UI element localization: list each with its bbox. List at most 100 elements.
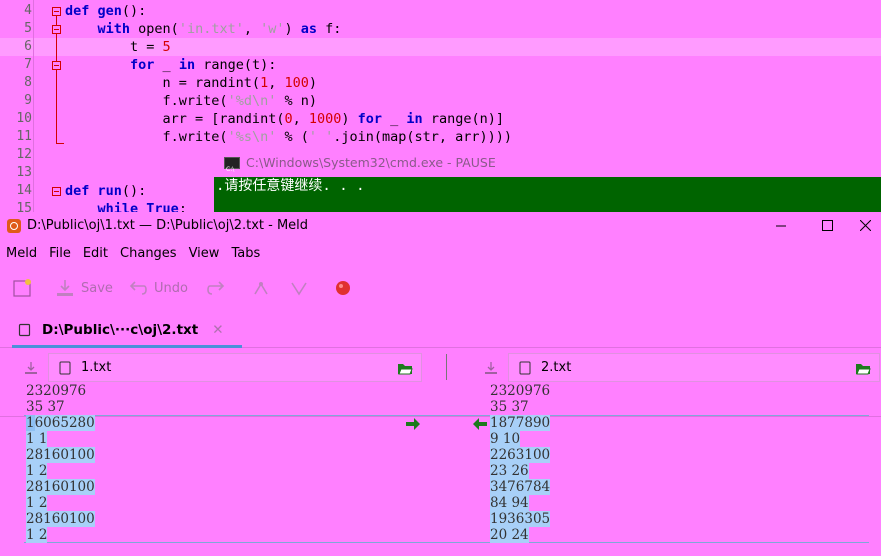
- right-line[interactable]: 2320976: [490, 383, 870, 399]
- filter-icon: [291, 282, 307, 296]
- right-line-changed[interactable]: 20 24: [490, 527, 870, 543]
- right-diff-pane[interactable]: 2320976 35 37 1877890 9 10 2263100 23 26…: [490, 383, 870, 543]
- file-icon: [519, 361, 531, 374]
- save-button[interactable]: Save: [55, 278, 113, 298]
- menu-view[interactable]: View: [189, 246, 220, 261]
- tab-label: D:\Public\···c\oj\2.txt: [42, 322, 199, 338]
- tab-close-icon[interactable]: ✕: [212, 322, 223, 338]
- cmd-icon: [224, 155, 240, 184]
- menu-tabs[interactable]: Tabs: [231, 246, 260, 261]
- left-save-icon[interactable]: [24, 360, 38, 379]
- right-save-icon[interactable]: [484, 360, 498, 379]
- tab-bar: D:\Public\···c\oj\2.txt ✕: [0, 309, 881, 348]
- maximize-button[interactable]: [804, 212, 850, 239]
- menu-bar: Meld File Edit Changes View Tabs: [0, 239, 881, 267]
- redo-button[interactable]: [206, 278, 226, 298]
- right-line-changed[interactable]: 3476784: [490, 479, 870, 495]
- cmd-titlebar[interactable]: C:\Windows\System32\cmd.exe - PAUSE: [214, 148, 881, 184]
- menu-meld[interactable]: Meld: [6, 246, 37, 261]
- fold-toggle-icon[interactable]: [52, 61, 61, 70]
- undo-label: Undo: [154, 280, 188, 296]
- folder-open-icon[interactable]: [855, 361, 871, 375]
- merge-button[interactable]: [251, 278, 271, 298]
- code-text[interactable]: arr = [randint(0, 1000) for _ in range(n…: [65, 110, 504, 128]
- left-line-changed[interactable]: 28160100: [26, 479, 406, 495]
- fold-toggle-icon[interactable]: [52, 187, 61, 196]
- right-file-name: 2.txt: [541, 360, 572, 375]
- left-diff-pane[interactable]: 2320976 35 37 16065280 1 1 28160100 1 2 …: [26, 383, 406, 543]
- line-number: 10: [16, 111, 32, 126]
- fold-toggle-icon[interactable]: [52, 7, 61, 16]
- meld-window[interactable]: D:\Public\oj\1.txt — D:\Public\oj\2.txt …: [0, 212, 881, 556]
- line-number: 14: [16, 183, 32, 198]
- left-line-changed[interactable]: 1 2: [26, 527, 406, 543]
- meld-titlebar[interactable]: D:\Public\oj\1.txt — D:\Public\oj\2.txt …: [0, 212, 881, 239]
- right-line-changed[interactable]: 84 94: [490, 495, 870, 511]
- cmd-window[interactable]: C:\Windows\System32\cmd.exe - PAUSE .请按任…: [214, 148, 881, 212]
- gutter-divider: [33, 0, 34, 215]
- code-text[interactable]: with open('in.txt', 'w') as f:: [65, 20, 342, 38]
- code-line: 6 t = 5: [0, 38, 881, 56]
- code-line: 4 def gen():: [0, 2, 881, 20]
- save-label: Save: [81, 280, 113, 296]
- new-comparison-button[interactable]: [12, 277, 34, 299]
- stop-button[interactable]: [334, 279, 352, 297]
- code-line: 9 f.write('%d\n' % n): [0, 92, 881, 110]
- close-window-button[interactable]: [850, 212, 881, 239]
- menu-changes[interactable]: Changes: [120, 246, 177, 261]
- code-text[interactable]: t = 5: [65, 38, 171, 56]
- code-text[interactable]: n = randint(1, 100): [65, 74, 317, 92]
- toolbar: Save Undo: [0, 267, 881, 309]
- right-line-changed[interactable]: 23 26: [490, 463, 870, 479]
- close-icon: [860, 220, 871, 231]
- code-text[interactable]: f.write('%d\n' % n): [65, 92, 317, 110]
- cmd-console[interactable]: .请按任意键继续. . .: [214, 177, 881, 212]
- code-text[interactable]: f.write('%s\n' % (' '.join(map(str, arr)…: [65, 128, 513, 146]
- fold-guide: [56, 16, 57, 144]
- right-line-changed[interactable]: 1877890: [490, 415, 870, 431]
- code-line: 11 f.write('%s\n' % (' '.join(map(str, a…: [0, 128, 881, 146]
- left-line-changed[interactable]: 28160100: [26, 447, 406, 463]
- window-title: D:\Public\oj\1.txt — D:\Public\oj\2.txt …: [27, 218, 309, 233]
- left-line-changed[interactable]: 16065280: [26, 415, 406, 431]
- left-line-changed[interactable]: 28160100: [26, 511, 406, 527]
- line-number: 4: [24, 3, 32, 18]
- line-number: 8: [24, 75, 32, 90]
- minimize-button[interactable]: [758, 212, 804, 239]
- code-text[interactable]: def run():: [65, 182, 146, 200]
- line-number: 7: [24, 57, 32, 72]
- left-line-changed[interactable]: 1 2: [26, 495, 406, 511]
- right-line-changed[interactable]: 9 10: [490, 431, 870, 447]
- left-line-changed[interactable]: 1 1: [26, 431, 406, 447]
- right-line-changed[interactable]: 1936305: [490, 511, 870, 527]
- push-right-arrow-icon[interactable]: [405, 416, 421, 435]
- file-header-bar: 1.txt 2.txt: [0, 348, 881, 382]
- right-line-changed[interactable]: 2263100: [490, 447, 870, 463]
- left-file-chooser[interactable]: 1.txt: [48, 353, 422, 382]
- menu-file[interactable]: File: [49, 246, 71, 261]
- left-line-changed[interactable]: 1 2: [26, 463, 406, 479]
- left-line[interactable]: 2320976: [26, 383, 406, 399]
- cmd-title: C:\Windows\System32\cmd.exe - PAUSE: [246, 155, 496, 170]
- line-number: 11: [16, 129, 32, 144]
- tab-comparison[interactable]: D:\Public\···c\oj\2.txt ✕: [12, 315, 242, 348]
- file-icon: [59, 361, 71, 374]
- left-line[interactable]: 35 37: [26, 399, 406, 415]
- new-comparison-icon: [13, 279, 31, 297]
- undo-button[interactable]: Undo: [128, 278, 188, 298]
- code-text[interactable]: def gen():: [65, 2, 146, 20]
- push-left-arrow-icon[interactable]: [472, 416, 488, 435]
- right-file-chooser[interactable]: 2.txt: [508, 353, 880, 382]
- code-line: 10 arr = [randint(0, 1000) for _ in rang…: [0, 110, 881, 128]
- code-text[interactable]: for _ in range(t):: [65, 56, 276, 74]
- redo-icon: [207, 281, 225, 295]
- meld-app-icon: [7, 218, 21, 233]
- filter-button[interactable]: [289, 278, 309, 298]
- right-line[interactable]: 35 37: [490, 399, 870, 415]
- menu-edit[interactable]: Edit: [83, 246, 108, 261]
- fold-toggle-icon[interactable]: [52, 25, 61, 34]
- pane-separator: [446, 354, 447, 380]
- folder-open-icon[interactable]: [397, 361, 413, 375]
- line-number: 5: [24, 21, 32, 36]
- line-number: 9: [24, 93, 32, 108]
